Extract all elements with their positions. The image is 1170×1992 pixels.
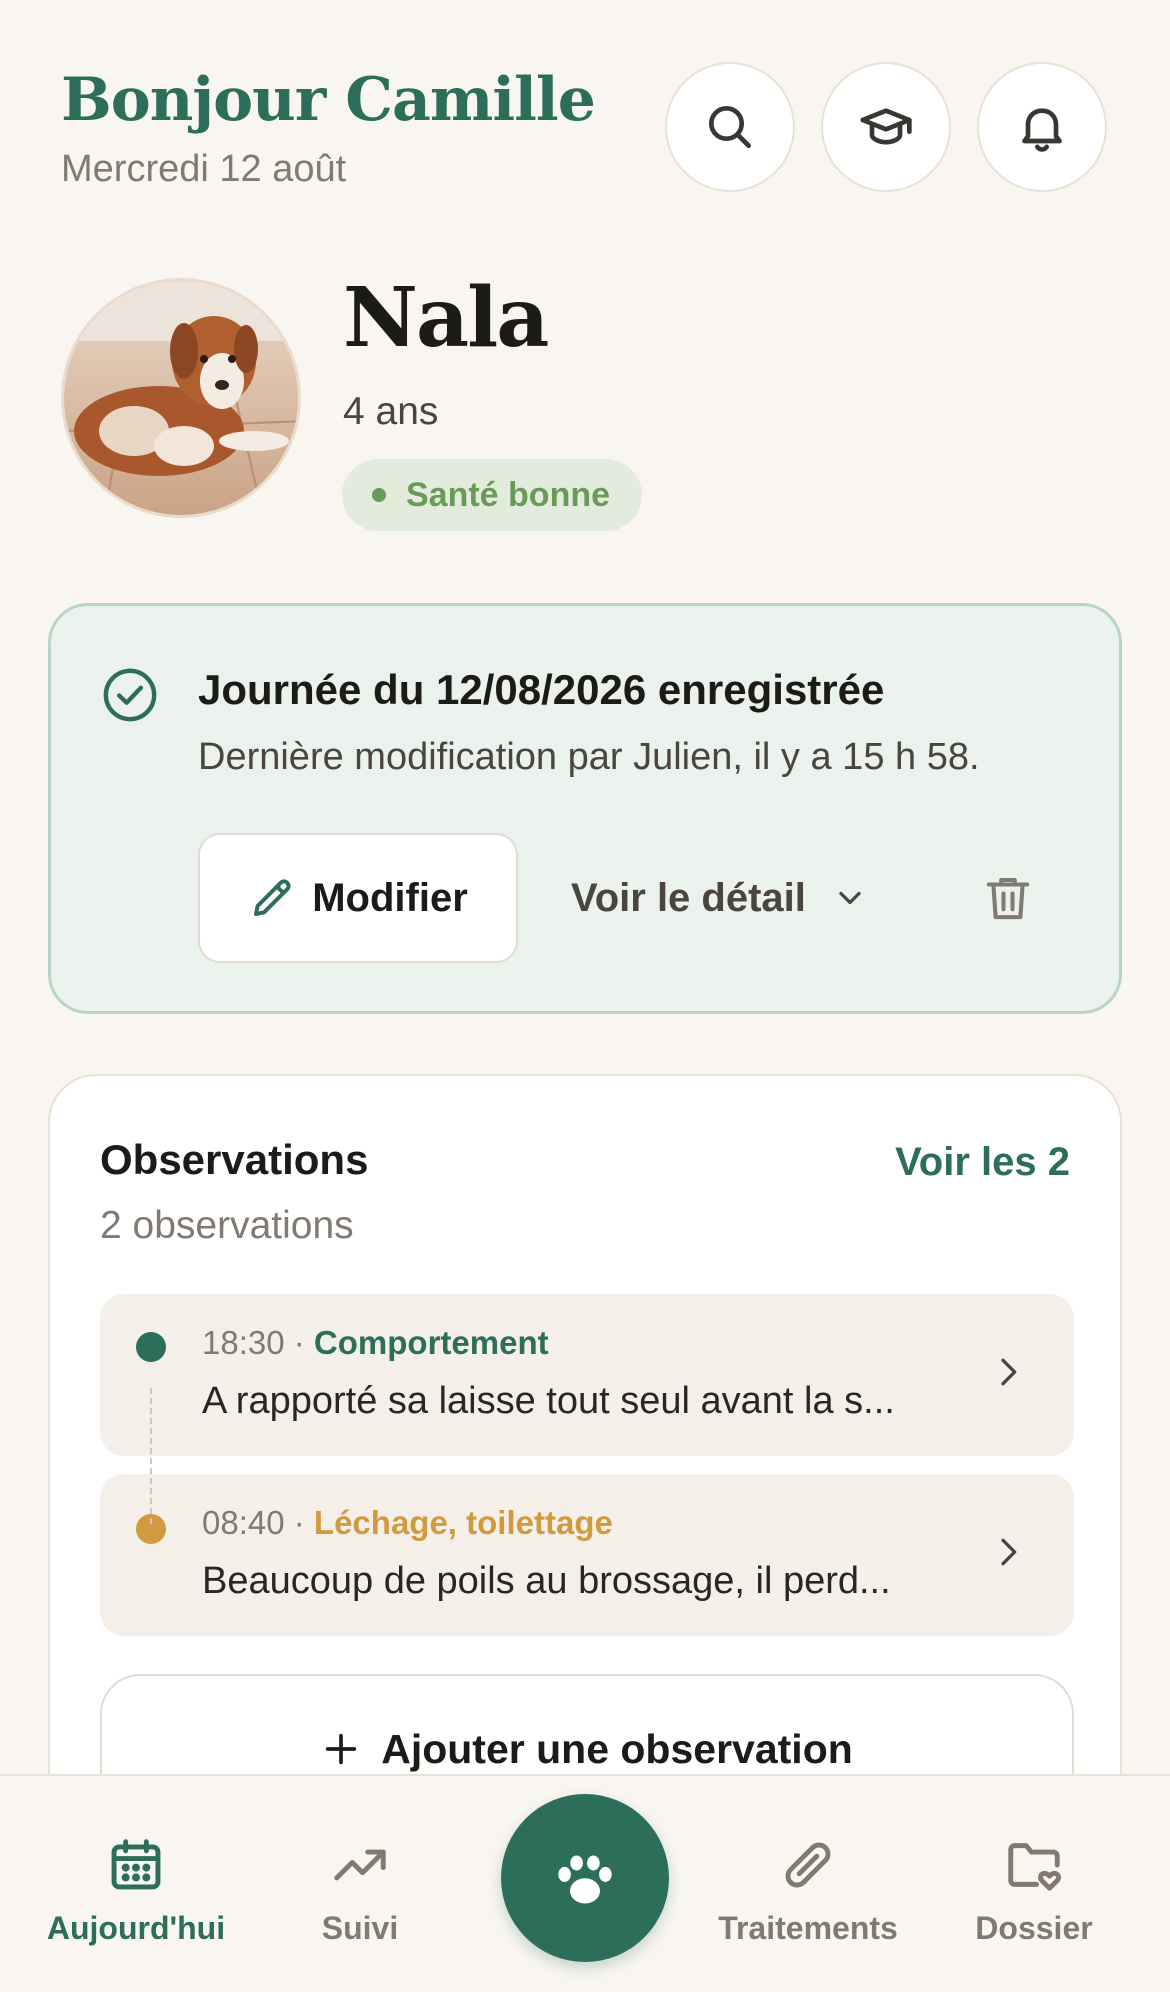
- folder-heart-icon: [1008, 1843, 1061, 1891]
- nav-item-dossier[interactable]: Dossier: [924, 1834, 1144, 1947]
- observation-item[interactable]: 18:30 · Comportement A rapporté sa laiss…: [100, 1294, 1074, 1456]
- notifications-button[interactable]: [977, 62, 1107, 192]
- greeting-title: Bonjour Camille: [61, 65, 596, 135]
- chevron-right-icon: [1001, 1538, 1017, 1566]
- observation-item[interactable]: 08:40 · Léchage, toilettage Beaucoup de …: [100, 1474, 1074, 1636]
- pill-icon: [785, 1842, 831, 1888]
- timeline-connector: [150, 1388, 152, 1524]
- meta-separator: ·: [284, 1324, 314, 1361]
- graduation-cap-icon: [860, 108, 912, 145]
- observation-category: Léchage, toilettage: [313, 1504, 613, 1541]
- status-dot-icon: [372, 488, 386, 502]
- pet-age: 4 ans: [343, 390, 439, 433]
- observation-text: A rapporté sa laisse tout seul avant la …: [202, 1380, 895, 1422]
- see-all-observations-link[interactable]: Voir les 2: [895, 1140, 1070, 1185]
- plus-icon: [326, 1733, 357, 1765]
- day-recorded-title: Journée du 12/08/2026 enregistrée: [198, 666, 885, 713]
- last-modified-text: Dernière modification par Julien, il y a…: [198, 736, 980, 778]
- check-circle-icon: [103, 668, 157, 722]
- search-button[interactable]: [665, 62, 795, 192]
- observation-meta: 08:40 · Léchage, toilettage: [202, 1504, 613, 1542]
- paw-icon: [558, 1855, 612, 1904]
- header: Bonjour Camille Mercredi 12 août: [61, 62, 1111, 212]
- timeline-dot-icon: [136, 1332, 166, 1362]
- chevron-down-icon: [839, 891, 861, 905]
- nav-item-today[interactable]: Aujourd'hui: [26, 1834, 246, 1947]
- nav-item-traitements[interactable]: Traitements: [698, 1834, 918, 1947]
- health-status-badge: Santé bonne: [342, 459, 643, 531]
- nav-label: Suivi: [321, 1910, 399, 1946]
- modify-button[interactable]: Modifier: [198, 833, 518, 963]
- learn-button[interactable]: [821, 62, 951, 192]
- bell-icon: [1022, 108, 1062, 152]
- trend-icon: [334, 1849, 386, 1881]
- observation-category: Comportement: [313, 1324, 549, 1361]
- nav-item-suivi[interactable]: Suivi: [250, 1834, 470, 1947]
- dog-photo: [64, 281, 298, 515]
- nav-label: Traitements: [718, 1910, 898, 1946]
- center-action-button[interactable]: [501, 1794, 669, 1962]
- health-status-label: Santé bonne: [406, 475, 611, 514]
- observations-title: Observations: [100, 1136, 369, 1183]
- observation-time: 18:30: [202, 1324, 285, 1361]
- observation-meta: 18:30 · Comportement: [202, 1324, 549, 1362]
- view-detail-toggle[interactable]: Voir le détail: [571, 833, 868, 963]
- calendar-icon: [111, 1839, 161, 1890]
- day-recorded-card: Journée du 12/08/2026 enregistrée Derniè…: [48, 603, 1122, 1014]
- nav-label: Aujourd'hui: [46, 1910, 226, 1946]
- trash-icon[interactable]: [981, 871, 1035, 925]
- pet-avatar[interactable]: [61, 278, 301, 518]
- add-observation-label: Ajouter une observation: [381, 1725, 853, 1772]
- observation-time: 08:40: [202, 1504, 285, 1541]
- search-icon: [709, 106, 751, 149]
- observation-text: Beaucoup de poils au brossage, il perd..…: [202, 1560, 891, 1602]
- nav-label: Dossier: [975, 1910, 1093, 1946]
- chevron-right-icon: [1001, 1358, 1017, 1386]
- pencil-icon: [254, 879, 291, 916]
- modify-button-label: Modifier: [312, 875, 468, 920]
- view-detail-label: Voir le détail: [571, 875, 806, 920]
- pet-name: Nala: [343, 270, 549, 366]
- current-date: Mercredi 12 août: [61, 148, 347, 190]
- observations-count: 2 observations: [100, 1204, 354, 1247]
- meta-separator: ·: [284, 1504, 314, 1541]
